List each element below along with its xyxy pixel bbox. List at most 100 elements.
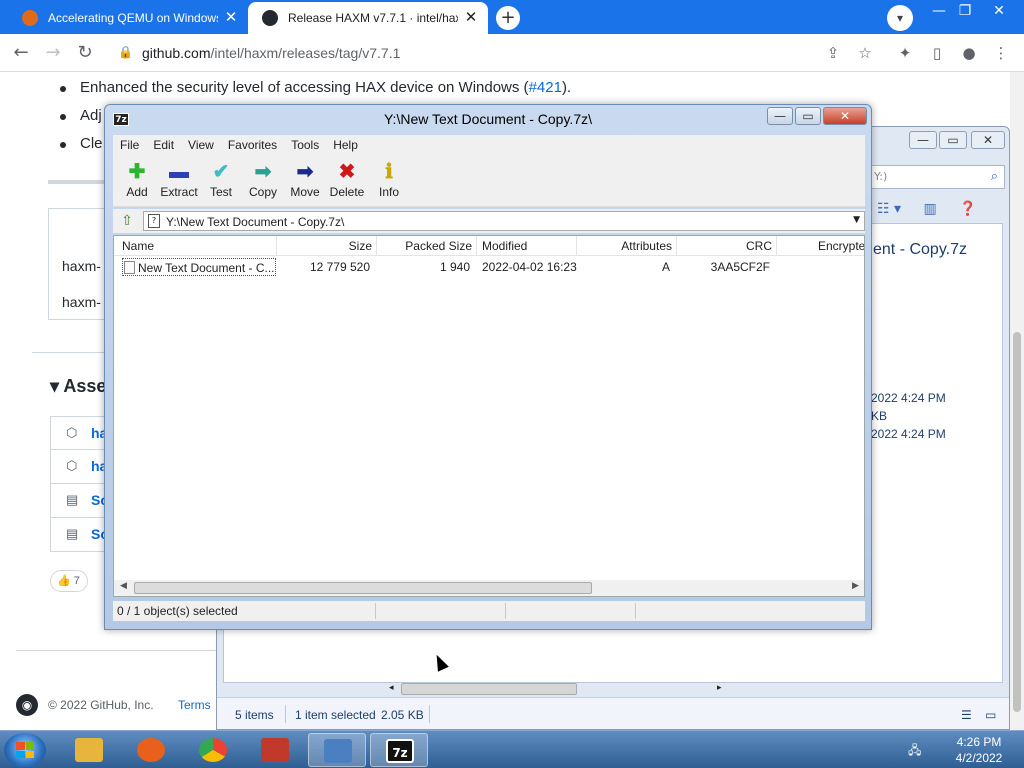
add-button[interactable]: ✚ Add [115, 159, 159, 199]
path-combobox[interactable]: ? Y:\New Text Document - Copy.7z\ ▼ [143, 211, 865, 231]
close-tab-icon[interactable]: ✕ [462, 9, 480, 27]
toolbar: ✚ Add ▬ Extract ✔ Test ➡ Copy ➡ Move ✖ Delete … [113, 155, 865, 207]
qemu-favicon-icon [22, 10, 38, 26]
maximize-icon[interactable]: ▭ [795, 107, 821, 125]
scrollbar-thumb[interactable] [401, 683, 577, 695]
file-name-cell[interactable]: New Text Document - C... [122, 258, 276, 276]
divider [48, 180, 108, 184]
bookmark-star-icon[interactable]: ☆ [854, 42, 876, 64]
info-icon: ℹ [385, 161, 393, 183]
title-bar[interactable]: 7z Y:\New Text Document - Copy.7z\ — ▭ ✕ [105, 105, 871, 133]
side-panel-icon[interactable]: ▯ [926, 42, 948, 64]
menu-help[interactable]: Help [326, 135, 365, 155]
column-header-encrypted[interactable]: Encrypte [818, 239, 864, 253]
scroll-left-icon[interactable]: ◂ [389, 683, 394, 693]
reload-icon[interactable]: ↻ [74, 42, 96, 64]
address-bar[interactable]: 🔒 github.com/intel/haxm/releases/tag/v7.… [108, 38, 888, 68]
scrollbar-thumb[interactable] [134, 582, 592, 594]
test-check-icon: ✔ [212, 161, 230, 183]
github-logo-icon[interactable]: ◉ [16, 694, 38, 716]
details-view-icon[interactable]: ☰ [961, 708, 972, 722]
scrollbar-thumb[interactable] [1013, 332, 1021, 712]
close-icon[interactable]: ✕ [823, 107, 867, 125]
test-button[interactable]: ✔ Test [199, 159, 243, 199]
move-button[interactable]: ➡ Move [283, 159, 327, 199]
column-header-name[interactable]: Name [122, 239, 154, 253]
scroll-left-icon[interactable]: ◀ [120, 581, 127, 591]
tab-search-chevron-icon[interactable]: ▾ [887, 5, 913, 31]
scroll-right-icon[interactable]: ▶ [852, 581, 859, 591]
view-options[interactable]: ☷ ▾ ▥ ❓ [877, 201, 977, 217]
asset-row[interactable]: ▤ So [50, 484, 110, 518]
menu-file[interactable]: File [113, 135, 146, 155]
maximize-icon[interactable]: ▭ [939, 131, 967, 149]
file-list[interactable]: Name Size Packed Size Modified Attribute… [113, 235, 865, 597]
horizontal-scrollbar[interactable]: ◂ ▸ [387, 681, 727, 697]
column-header-attributes[interactable]: Attributes [621, 239, 672, 253]
folder-up-icon[interactable]: ⇧ [117, 211, 137, 231]
taskbar-firefox[interactable] [122, 733, 180, 767]
help-icon[interactable]: ❓ [959, 201, 976, 217]
taskbar: 7z 🖧 4:26 PM 4/2/2022 [0, 730, 1024, 768]
detail-value: 2022 4:24 PM [871, 391, 946, 405]
restore-icon[interactable]: ❐ [952, 2, 978, 20]
thumbs-up-reaction[interactable]: 👍 7 [50, 570, 88, 592]
minimize-icon[interactable]: — [767, 107, 793, 125]
forward-arrow-icon[interactable]: → [42, 42, 64, 64]
menu-edit[interactable]: Edit [146, 135, 181, 155]
taskbar-explorer[interactable] [60, 733, 118, 767]
menu-view[interactable]: View [181, 135, 221, 155]
assets-heading[interactable]: ▾ Asse [50, 376, 106, 397]
close-icon[interactable]: ✕ [971, 131, 1005, 149]
column-header-modified[interactable]: Modified [482, 239, 527, 253]
delete-button[interactable]: ✖ Delete [325, 159, 369, 199]
tab-release-haxm[interactable]: Release HAXM v7.7.1 · intel/haxm ✕ [248, 2, 488, 34]
clock[interactable]: 4:26 PM 4/2/2022 [944, 734, 1014, 766]
search-icon[interactable]: ⌕ [991, 169, 998, 184]
extract-button[interactable]: ▬ Extract [157, 159, 201, 199]
file-modified: 2022-04-02 16:23 [482, 260, 577, 274]
column-header-packed-size[interactable]: Packed Size [405, 239, 472, 253]
column-header-size[interactable]: Size [349, 239, 372, 253]
preview-pane-icon[interactable]: ▥ [923, 201, 936, 217]
taskbar-toolbox[interactable] [246, 733, 304, 767]
back-arrow-icon[interactable]: ← [10, 42, 32, 64]
extensions-puzzle-icon[interactable]: ✦ [894, 42, 916, 64]
large-icons-view-icon[interactable]: ▭ [985, 708, 996, 722]
column-header-crc[interactable]: CRC [746, 239, 772, 253]
minimize-icon[interactable]: — [909, 131, 937, 149]
chevron-down-icon[interactable]: ▼ [853, 215, 860, 225]
menu-favorites[interactable]: Favorites [221, 135, 284, 155]
page-scrollbar[interactable] [1010, 72, 1024, 730]
search-input[interactable]: Y:) ⌕ [867, 165, 1005, 189]
taskbar-chrome[interactable] [184, 733, 242, 767]
profile-avatar-icon[interactable]: ● [958, 42, 980, 64]
view-menu-icon[interactable]: ☷ ▾ [877, 201, 901, 217]
item-count: 5 items [235, 708, 274, 722]
toolbox-icon [261, 738, 289, 762]
share-icon[interactable]: ⇪ [822, 42, 844, 64]
table-row[interactable]: New Text Document - C... 12 779 520 1 94… [114, 257, 864, 277]
firefox-icon [137, 738, 165, 762]
close-window-icon[interactable]: ✕ [986, 2, 1012, 20]
info-button[interactable]: ℹ Info [367, 159, 411, 199]
horizontal-scrollbar[interactable]: ◀ ▶ [114, 580, 864, 596]
asset-row[interactable]: ⬡ ha [50, 416, 110, 450]
taskbar-sevenzip[interactable]: 7z [370, 733, 428, 767]
issue-link[interactable]: #421 [529, 79, 562, 96]
sevenzip-window[interactable]: 7z Y:\New Text Document - Copy.7z\ — ▭ ✕… [104, 104, 872, 630]
scroll-right-icon[interactable]: ▸ [717, 683, 722, 693]
asset-row[interactable]: ⬡ ha [50, 450, 110, 484]
copy-button[interactable]: ➡ Copy [241, 159, 285, 199]
menu-kebab-icon[interactable]: ⋮ [990, 42, 1012, 64]
start-button[interactable] [4, 733, 46, 767]
menu-tools[interactable]: Tools [284, 135, 326, 155]
taskbar-control-panel[interactable] [308, 733, 366, 767]
minimize-icon[interactable]: — [926, 2, 952, 20]
new-tab-button[interactable]: + [496, 6, 520, 30]
close-tab-icon[interactable]: ✕ [222, 9, 240, 27]
network-icon[interactable]: 🖧 [908, 741, 924, 757]
asset-row[interactable]: ▤ So [50, 518, 110, 552]
tab-accelerating-qemu[interactable]: Accelerating QEMU on Windows ✕ [8, 2, 248, 34]
footer-terms-link[interactable]: Terms [178, 698, 211, 712]
